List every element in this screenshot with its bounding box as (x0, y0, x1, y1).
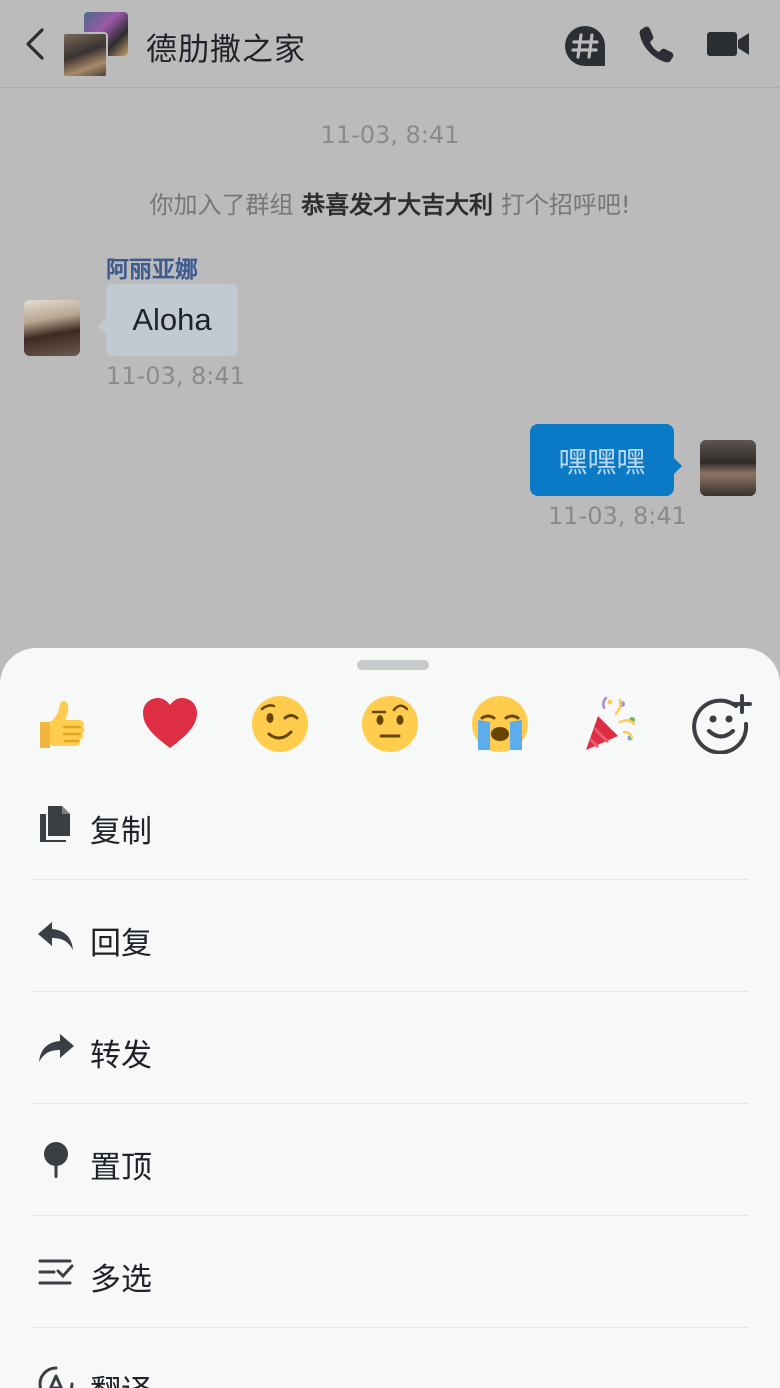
hashtag-icon[interactable] (563, 24, 607, 68)
menu-item-label: 回复 (90, 926, 152, 962)
multi-select-icon (38, 1259, 74, 1285)
video-call-icon[interactable] (706, 28, 750, 60)
received-message-bubble[interactable]: Aloha (98, 284, 238, 356)
thumbs-up-icon[interactable] (28, 692, 92, 756)
add-reaction-icon[interactable] (690, 692, 754, 756)
chat-title[interactable]: 德肋撒之家 (146, 24, 306, 69)
drag-handle[interactable] (357, 660, 429, 670)
menu-item-reply[interactable]: 回复 (0, 880, 780, 992)
menu-item-label: 多选 (90, 1262, 152, 1298)
wink-face-icon[interactable] (248, 692, 312, 756)
message-action-sheet: 复制 回复 转发 置顶 多选 (0, 648, 780, 1388)
message-timestamp: 11-03, 8:41 (548, 502, 687, 530)
reaction-bar (0, 692, 780, 756)
reply-icon (38, 922, 73, 950)
menu-item-label: 置顶 (90, 1150, 152, 1186)
menu-item-forward[interactable]: 转发 (0, 992, 780, 1104)
menu-item-multi-select[interactable]: 多选 (0, 1216, 780, 1328)
phone-icon[interactable] (638, 24, 674, 64)
raised-eyebrow-face-icon[interactable] (358, 692, 422, 756)
forward-icon (39, 1034, 74, 1062)
menu-item-label: 复制 (90, 814, 152, 850)
sender-name[interactable]: 阿丽亚娜 (106, 250, 198, 284)
menu-item-pin[interactable]: 置顶 (0, 1104, 780, 1216)
avatar[interactable] (24, 300, 80, 356)
pin-icon (44, 1142, 68, 1178)
group-name-link[interactable]: 恭喜发才大吉大利 (301, 191, 493, 219)
system-timestamp: 11-03, 8:41 (320, 121, 460, 149)
menu-item-label: 转发 (90, 1038, 152, 1074)
menu-item-translate[interactable]: 翻译 (0, 1328, 780, 1388)
message-timestamp: 11-03, 8:41 (106, 362, 245, 390)
translate-icon (38, 1366, 74, 1388)
member-avatar (62, 32, 108, 78)
copy-icon (40, 806, 70, 842)
system-join-message: 你加入了群组 恭喜发才大吉大利 打个招呼吧! (0, 185, 780, 220)
crying-face-icon[interactable] (468, 692, 532, 756)
sent-message-bubble[interactable]: 嘿嘿嘿 (530, 424, 682, 496)
avatar[interactable] (700, 440, 756, 496)
system-message-suffix: 打个招呼吧! (500, 191, 631, 219)
back-arrow-icon[interactable] (20, 24, 52, 64)
chat-header: 德肋撒之家 (0, 0, 780, 88)
menu-item-label: 翻译 (90, 1366, 152, 1388)
party-popper-icon[interactable] (578, 692, 642, 756)
group-avatar[interactable] (62, 12, 130, 78)
system-message-prefix: 你加入了群组 (149, 191, 294, 219)
menu-item-copy[interactable]: 复制 (0, 768, 780, 880)
heart-icon[interactable] (138, 692, 202, 756)
